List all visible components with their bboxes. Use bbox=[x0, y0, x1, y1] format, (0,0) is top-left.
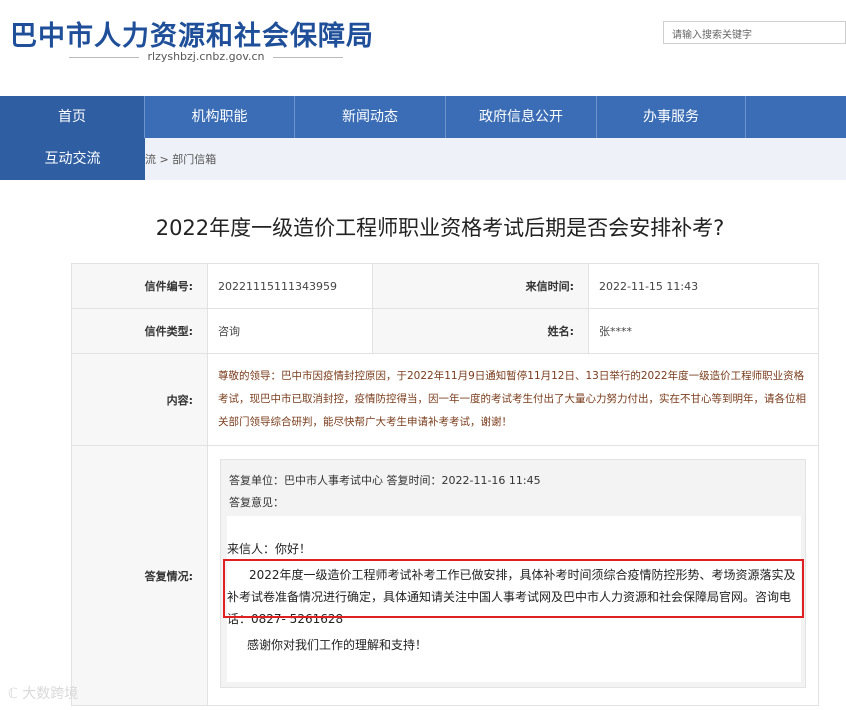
letter-date: 2022-11-15 11:43 bbox=[588, 263, 819, 309]
reply-meta: 答复单位：巴中市人事考试中心 答复时间：2022-11-16 11:45 bbox=[229, 474, 541, 487]
reply-thanks: 感谢你对我们工作的理解和支持！ bbox=[247, 638, 428, 652]
page-title: 2022年度一级造价工程师职业资格考试后期是否会安排补考? bbox=[155, 216, 725, 240]
letter-content: 尊敬的领导：巴中市因疫情封控原因，于2022年11月9日通知暂停11月12日、1… bbox=[207, 353, 819, 446]
reply-opinion-label: 答复意见： bbox=[229, 496, 284, 509]
letter-type: 咨询 bbox=[207, 308, 373, 354]
letter-name: 张**** bbox=[588, 308, 819, 354]
letter-name-label: 姓名: bbox=[372, 308, 589, 354]
letter-date-label: 来信时间: bbox=[372, 263, 589, 309]
nav-interaction[interactable]: 互动交流 bbox=[0, 138, 145, 180]
nav-functions[interactable]: 机构职能 bbox=[145, 96, 295, 138]
highlight-annotation bbox=[223, 559, 804, 618]
watermark-text: 大数跨境 bbox=[22, 686, 79, 702]
breadcrumb[interactable]: 流 > 部门信箱 bbox=[145, 151, 216, 167]
letter-number: 20221115111343959 bbox=[207, 263, 373, 309]
letter-type-label: 信件类型: bbox=[71, 308, 208, 354]
watermark-logo-icon: ℂ bbox=[8, 686, 18, 702]
nav-news[interactable]: 新闻动态 bbox=[295, 96, 446, 138]
nav-services[interactable]: 办事服务 bbox=[597, 96, 746, 138]
main-nav: 首页 机构职能 新闻动态 政府信息公开 办事服务 bbox=[0, 96, 846, 138]
reply-greeting: 来信人：你好！ bbox=[227, 542, 312, 556]
watermark: ℂ 大数跨境 bbox=[8, 683, 78, 703]
letter-number-label: 信件编号: bbox=[71, 263, 208, 309]
site-title[interactable]: 巴中市人力资源和社会保障局 bbox=[10, 14, 374, 53]
nav-gov-info[interactable]: 政府信息公开 bbox=[446, 96, 597, 138]
letter-content-label: 内容: bbox=[71, 353, 208, 446]
reply-label: 答复情况: bbox=[71, 445, 208, 706]
site-header: 巴中市人力资源和社会保障局 rlzyshbzj.cnbz.gov.cn 请输入搜… bbox=[0, 0, 846, 96]
nav-home[interactable]: 首页 bbox=[0, 96, 145, 138]
site-domain: rlzyshbzj.cnbz.gov.cn bbox=[46, 50, 366, 63]
search-input[interactable]: 请输入搜索关键字 bbox=[663, 21, 846, 44]
